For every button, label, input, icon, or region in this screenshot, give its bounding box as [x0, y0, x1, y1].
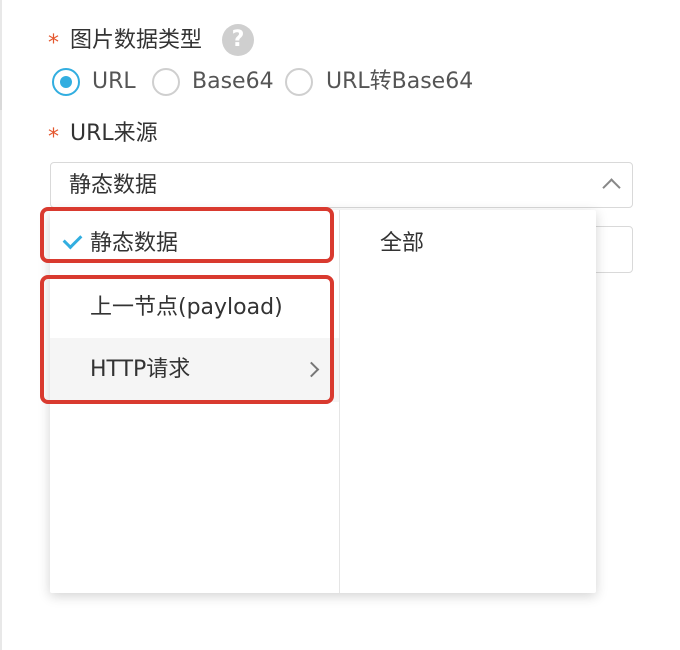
highlight-box-options [40, 275, 334, 404]
required-mark: * [48, 31, 59, 56]
column-divider [339, 210, 340, 593]
image-type-label: 图片数据类型 [70, 28, 203, 53]
radio-base64-label[interactable]: Base64 [192, 68, 274, 96]
radio-url[interactable] [52, 68, 80, 96]
highlight-box-static [40, 207, 334, 263]
radio-url-to-base64-label[interactable]: URL转Base64 [326, 68, 473, 96]
radio-url-label[interactable]: URL [92, 68, 136, 96]
radio-base64[interactable] [152, 68, 180, 96]
url-source-select[interactable]: 静态数据 [50, 162, 633, 208]
chevron-up-icon [602, 178, 621, 197]
url-source-label: URL来源 [70, 121, 158, 146]
radio-url-to-base64[interactable] [285, 68, 313, 96]
select-value: 静态数据 [69, 173, 158, 198]
help-icon[interactable]: ? [222, 24, 254, 56]
option-all[interactable]: 全部 [380, 230, 424, 258]
left-edge-notch [0, 80, 2, 110]
required-mark: * [48, 125, 59, 150]
